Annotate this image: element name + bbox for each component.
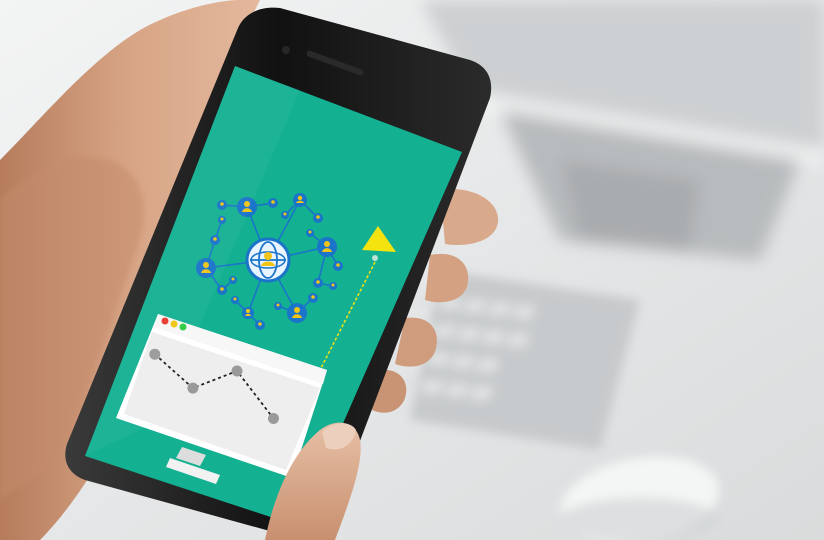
user-icon [229, 276, 237, 284]
user-icon [308, 293, 318, 303]
graph-point-3 [268, 413, 279, 424]
user-icon [317, 237, 337, 257]
user-icon [293, 193, 307, 207]
user-icon [217, 285, 227, 295]
user-icon [329, 282, 337, 290]
globe-icon [245, 237, 291, 283]
user-icon [313, 213, 323, 223]
user-icon [231, 296, 239, 304]
user-icon [306, 229, 314, 237]
user-icon [274, 302, 282, 310]
user-icon [242, 307, 254, 319]
user-icon [255, 320, 265, 330]
user-icon [313, 278, 323, 288]
graph-point-2 [231, 365, 243, 377]
user-icon [268, 198, 278, 208]
graph-point-1 [187, 382, 199, 394]
user-icon [333, 261, 343, 271]
photo-scene [0, 0, 824, 540]
scene-svg [0, 0, 824, 540]
user-icon [287, 303, 307, 323]
user-icon [281, 211, 289, 219]
